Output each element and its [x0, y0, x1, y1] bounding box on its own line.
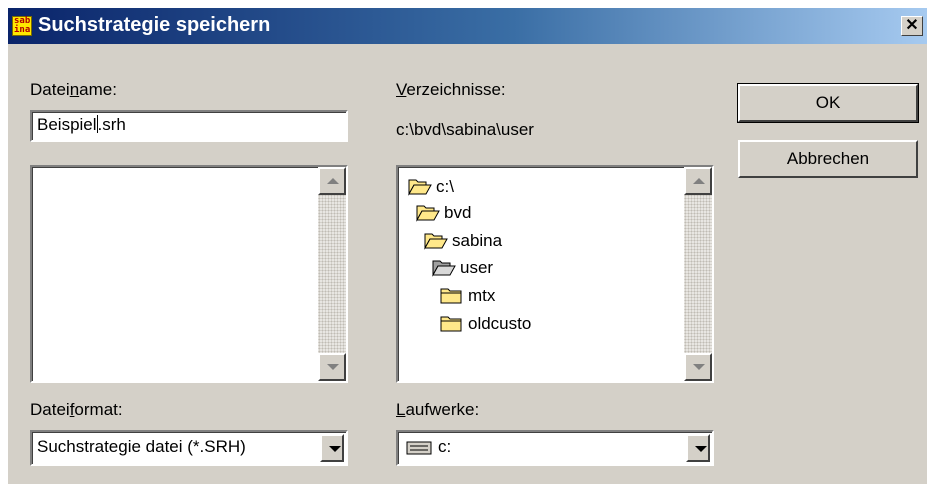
window-title: Suchstrategie speichern: [38, 14, 271, 36]
filename-label-post: ame:: [79, 80, 117, 99]
file-list[interactable]: [30, 165, 348, 383]
drives-label: Laufwerke:: [396, 400, 479, 420]
app-icon-text-bottom: ina: [14, 25, 31, 35]
save-search-strategy-dialog: sab ina Suchstrategie speichern ✕ Datein…: [6, 6, 927, 484]
directory-item-label: sabina: [452, 231, 503, 250]
sabina-app-icon: sab ina: [12, 16, 32, 36]
cancel-button[interactable]: Abbrechen: [738, 140, 918, 178]
scroll-up-icon: [327, 178, 339, 184]
fileformat-selected-value: Suchstrategie datei (*.SRH): [37, 437, 246, 456]
drives-select[interactable]: c:: [396, 430, 714, 466]
folder-open-icon: [424, 233, 448, 250]
filename-value-start: Beispiel: [37, 115, 97, 134]
ok-button[interactable]: OK: [737, 83, 919, 123]
directories-label-post: erzeichnisse:: [406, 80, 506, 99]
title-bar[interactable]: sab ina Suchstrategie speichern ✕: [8, 8, 927, 44]
folder-open-icon: [408, 179, 432, 196]
directory-list-scrollbar[interactable]: [684, 167, 712, 381]
directories-label-accel: V: [396, 80, 407, 99]
directory-item-label: c:\: [436, 177, 454, 196]
file-list-scroll-up-button[interactable]: [318, 167, 346, 195]
chevron-down-icon: [695, 446, 707, 452]
directory-item-label: oldcusto: [468, 314, 532, 333]
folder-closed-icon: [440, 316, 462, 332]
fileformat-label-pre: Datei: [30, 400, 70, 419]
filename-label-pre: Datei: [30, 80, 70, 99]
folder-open-icon: [416, 205, 440, 222]
fileformat-select[interactable]: Suchstrategie datei (*.SRH): [30, 430, 348, 466]
directories-label: Verzeichnisse:: [396, 80, 506, 100]
folder-closed-icon: [440, 288, 462, 304]
directory-item-label: mtx: [468, 286, 496, 305]
filename-label-accel: n: [69, 80, 80, 99]
close-button[interactable]: ✕: [901, 16, 923, 36]
fileformat-label-post: ormat:: [74, 400, 123, 419]
filename-input[interactable]: Beispiel.srh: [30, 110, 348, 142]
directory-item-label: bvd: [444, 203, 472, 222]
drives-selected-value: c:: [438, 437, 452, 456]
directory-list-scroll-down-button[interactable]: [684, 353, 712, 381]
folder-open-selected-icon: [432, 260, 456, 277]
directory-tree-list[interactable]: c:\ bvd sabina user mtx oldcusto: [396, 165, 714, 383]
filename-value-end: .srh: [97, 115, 126, 134]
directory-item-label: user: [460, 258, 494, 277]
scroll-down-icon: [327, 364, 339, 370]
filename-label: Dateiname:: [30, 80, 117, 100]
scroll-down-icon: [693, 364, 705, 370]
fileformat-dropdown-button[interactable]: [320, 434, 344, 462]
scroll-up-icon: [693, 178, 705, 184]
directory-list-scroll-up-button[interactable]: [684, 167, 712, 195]
drives-dropdown-button[interactable]: [686, 434, 710, 462]
chevron-down-icon: [329, 446, 341, 452]
current-directory-path: c:\bvd\sabina\user: [396, 120, 534, 139]
fileformat-label: Dateiformat:: [30, 400, 123, 420]
drive-icon: [406, 441, 432, 455]
drives-label-post: aufwerke:: [405, 400, 480, 419]
file-list-scroll-down-button[interactable]: [318, 353, 346, 381]
file-list-scrollbar[interactable]: [318, 167, 346, 381]
close-icon: ✕: [905, 17, 919, 34]
